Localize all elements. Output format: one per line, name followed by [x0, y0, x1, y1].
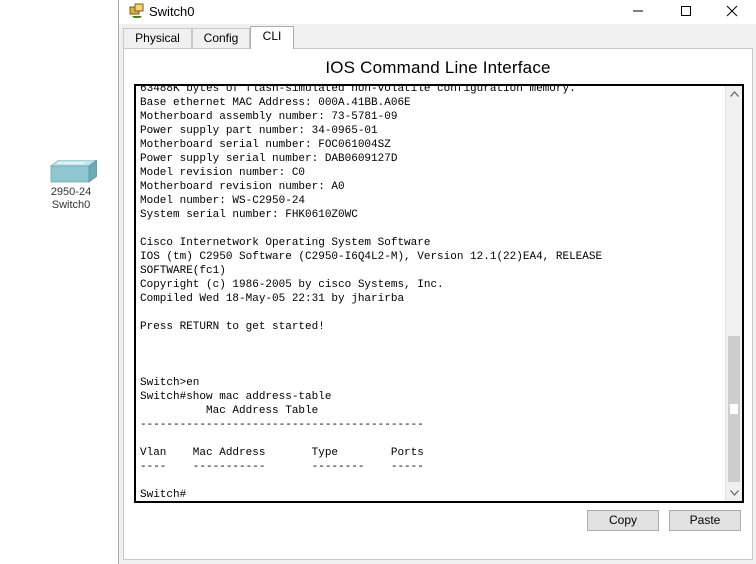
- minimize-button[interactable]: [615, 0, 661, 22]
- minimize-icon: [633, 10, 643, 12]
- tab-physical[interactable]: Physical: [123, 28, 192, 48]
- terminal-output[interactable]: 63488K bytes of flash-simulated non-vola…: [140, 86, 720, 501]
- switch-icon: [49, 160, 97, 183]
- cli-heading: IOS Command Line Interface: [325, 58, 551, 77]
- device-model-label: 2950-24: [50, 186, 92, 198]
- device-window: Switch0 Physical Config CLI IOS Command …: [118, 0, 756, 564]
- scroll-up-button[interactable]: [726, 86, 742, 102]
- window-title: Switch0: [149, 4, 195, 19]
- packet-tracer-icon: [129, 3, 145, 24]
- maximize-icon: [681, 6, 691, 16]
- chevron-down-icon: [729, 490, 739, 496]
- chevron-up-icon: [729, 91, 739, 97]
- cli-terminal[interactable]: 63488K bytes of flash-simulated non-vola…: [134, 84, 744, 503]
- title-bar[interactable]: Switch0: [119, 0, 756, 24]
- close-icon: [726, 5, 738, 17]
- terminal-scrollbar[interactable]: [725, 86, 742, 501]
- tab-cli[interactable]: CLI: [250, 26, 294, 49]
- cli-panel: IOS Command Line Interface 63488K bytes …: [123, 48, 753, 560]
- tab-config[interactable]: Config: [192, 28, 250, 48]
- scroll-down-button[interactable]: [726, 485, 742, 501]
- close-button[interactable]: [709, 0, 755, 22]
- scroll-grip: [730, 404, 738, 414]
- paste-button[interactable]: Paste: [669, 510, 741, 531]
- maximize-button[interactable]: [663, 0, 709, 22]
- switch0-device[interactable]: 2950-24 Switch0: [40, 160, 102, 212]
- device-name-label: Switch0: [51, 199, 91, 211]
- copy-button[interactable]: Copy: [587, 510, 659, 531]
